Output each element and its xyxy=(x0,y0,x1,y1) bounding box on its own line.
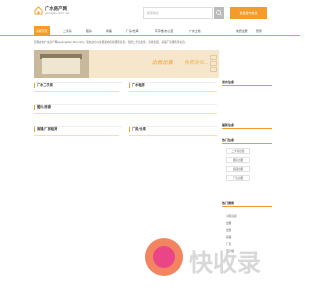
sidebar-title: 最新信息 xyxy=(222,123,235,127)
section-divider xyxy=(129,91,217,92)
hot-search-link[interactable]: 出售 xyxy=(226,228,231,232)
section-divider xyxy=(34,113,217,114)
promo-banner[interactable]: 出租出售 免费发布... xyxy=(34,50,219,78)
nav-rent[interactable]: 租房 xyxy=(86,29,92,33)
section-title[interactable]: 广水租房 xyxy=(129,83,145,88)
hot-search-link[interactable]: 小区房屋 xyxy=(226,214,237,218)
hot-item-button[interactable]: 租房出租 xyxy=(226,157,250,163)
search-button[interactable] xyxy=(214,7,224,19)
house-logo-icon[interactable] xyxy=(34,6,43,15)
search-placeholder: 搜索信息 xyxy=(147,11,160,15)
search-icon xyxy=(216,10,222,16)
section-title[interactable]: 广水二手房 xyxy=(34,83,53,88)
sidebar-title: 热门搜索 xyxy=(222,201,235,205)
nav-shops[interactable]: 商铺 xyxy=(106,29,112,33)
banner-house xyxy=(42,58,80,74)
banner-deco-icons xyxy=(210,55,218,73)
hot-item-button[interactable]: 厂房出租 xyxy=(226,175,250,181)
login-link[interactable]: 登录 xyxy=(256,29,262,33)
nav-home[interactable]: 房屋首页 xyxy=(34,26,50,36)
sidebar-divider xyxy=(222,128,272,129)
deco-box-icon xyxy=(210,67,217,72)
watermark-text: 快收录 xyxy=(189,249,261,277)
banner-text-rent-sale: 出租出售 xyxy=(152,60,174,66)
post-free-button[interactable]: 免费发布信息 xyxy=(230,7,267,19)
nav-office[interactable]: 写字楼/办公室 xyxy=(155,29,173,33)
banner-house-image xyxy=(34,50,89,78)
deco-box-icon xyxy=(210,61,217,66)
sidebar-divider xyxy=(222,85,272,86)
section-divider xyxy=(34,135,119,136)
section-divider xyxy=(129,135,217,136)
section-factory: 厂房/仓库 xyxy=(129,126,217,144)
nav-land[interactable]: 广水土地 xyxy=(189,29,201,33)
sidebar-title: 发布信息 xyxy=(222,80,235,84)
header: 广水房产网 guangshui.fzm.net 搜索信息 免费发布信息 xyxy=(0,0,300,26)
sidebar-divider xyxy=(222,206,272,207)
hot-item-button[interactable]: 商铺出租 xyxy=(226,166,250,172)
section-title[interactable]: 商铺/厂房租赁 xyxy=(34,127,57,132)
watermark: 快收录 xyxy=(145,235,295,285)
nav-second-hand[interactable]: 二手房 xyxy=(63,29,72,33)
intro-text: 您现在的广水房产网(guangshui.fzm.net)，您在这可以免费发布房屋… xyxy=(34,41,188,44)
section-shops: 商铺/厂房租赁 xyxy=(34,126,122,144)
banner-text-free-post: 免费发布... xyxy=(184,60,209,66)
watermark-logo-inner xyxy=(153,246,175,268)
main-nav: 房屋首页 二手房 租房 商铺 厂房/仓库 写字楼/办公室 广水土地 免费注册 登… xyxy=(0,26,300,36)
sidebar-divider xyxy=(222,143,272,144)
hot-item-button[interactable]: 二手房出售 xyxy=(226,148,250,154)
register-link[interactable]: 免费注册 xyxy=(236,29,248,33)
nav-factory[interactable]: 厂房/仓库 xyxy=(126,29,139,33)
section-title[interactable]: 厂房/仓库 xyxy=(129,127,146,132)
section-title[interactable]: 图片/房源 xyxy=(34,105,51,110)
hot-search-link[interactable]: 出租 xyxy=(226,221,231,225)
section-photos: 图片/房源 xyxy=(34,104,217,122)
deco-box-icon xyxy=(210,55,217,60)
site-domain: guangshui.fzm.net xyxy=(45,12,70,15)
section-divider xyxy=(34,91,119,92)
sidebar-title: 热门信息 xyxy=(222,138,235,142)
search-input[interactable]: 搜索信息 xyxy=(143,7,213,19)
